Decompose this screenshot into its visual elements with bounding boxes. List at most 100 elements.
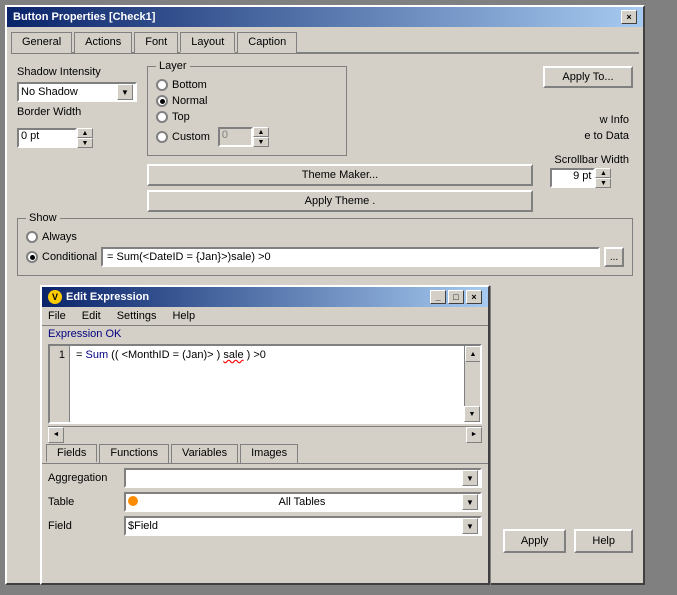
- scrollbar-spinner-btns: ▲ ▼: [595, 168, 611, 188]
- border-down[interactable]: ▼: [77, 138, 93, 148]
- left-area: Shadow Intensity No Shadow ▼ Border Widt…: [17, 66, 137, 212]
- layer-bottom[interactable]: Bottom: [156, 79, 338, 91]
- tab-actions[interactable]: Actions: [74, 32, 132, 53]
- scroll-down[interactable]: ▼: [464, 406, 480, 422]
- layer-group: Layer Bottom Normal: [147, 66, 347, 156]
- main-title: Button Properties [Check1]: [13, 11, 155, 23]
- expr-menubar: File Edit Settings Help: [42, 307, 488, 326]
- expr-tabs: Fields Functions Variables Images: [42, 444, 488, 464]
- apply-btn[interactable]: Apply: [503, 529, 567, 553]
- layer-normal-label: Normal: [172, 95, 207, 107]
- action-buttons: Apply Help: [503, 529, 633, 553]
- custom-input[interactable]: 0: [218, 127, 253, 147]
- table-label: Table: [48, 496, 118, 508]
- show-expression-btn[interactable]: ...: [604, 247, 624, 267]
- expr-tab-fields[interactable]: Fields: [46, 444, 97, 463]
- expr-tab-variables[interactable]: Variables: [171, 444, 238, 463]
- titlebar-controls: ×: [621, 10, 637, 24]
- aggregation-combo[interactable]: ▼: [124, 468, 482, 488]
- window-content: General Actions Font Layout Caption Shad…: [7, 27, 643, 292]
- custom-down[interactable]: ▼: [253, 137, 269, 147]
- tab-general[interactable]: General: [11, 32, 72, 53]
- tab-font[interactable]: Font: [134, 32, 178, 53]
- show-group: Show Always Conditional = Sum(<DateID = …: [17, 218, 633, 276]
- menu-edit[interactable]: Edit: [80, 309, 103, 323]
- line-numbers: 1: [50, 346, 70, 422]
- tab-caption[interactable]: Caption: [237, 32, 297, 53]
- field-arrow[interactable]: ▼: [462, 518, 478, 534]
- aggregation-label: Aggregation: [48, 472, 118, 484]
- middle-area: Layer Bottom Normal: [147, 66, 533, 212]
- titlebar-left: V Edit Expression: [48, 290, 149, 304]
- menu-help[interactable]: Help: [170, 309, 197, 323]
- border-spinner-btns: ▲ ▼: [77, 128, 93, 148]
- scrollbar-up[interactable]: ▲: [595, 168, 611, 178]
- expr-scrollbar-v[interactable]: ▲ ▼: [464, 346, 480, 422]
- expr-min-btn[interactable]: _: [430, 290, 446, 304]
- layer-custom[interactable]: Custom 0 ▲ ▼: [156, 127, 338, 147]
- border-input[interactable]: 0 pt: [17, 128, 77, 148]
- theme-btns: Theme Maker... Apply Theme .: [147, 164, 533, 212]
- close-btn[interactable]: ×: [621, 10, 637, 24]
- apply-to-btn[interactable]: Apply To...: [543, 66, 633, 88]
- scrollbar-spinner: 9 pt ▲ ▼: [550, 168, 633, 188]
- layer-bottom-radio[interactable]: [156, 79, 168, 91]
- help-btn[interactable]: Help: [574, 529, 633, 553]
- show-conditional[interactable]: Conditional = Sum(<DateID = {Jan}>)sale)…: [26, 247, 624, 267]
- aggregation-row: Aggregation ▼: [48, 468, 482, 488]
- show-always[interactable]: Always: [26, 231, 624, 243]
- info-text: w Info: [550, 112, 633, 128]
- expr-tab-images[interactable]: Images: [240, 444, 298, 463]
- shadow-arrow[interactable]: ▼: [117, 84, 133, 100]
- expr-editor[interactable]: 1 = Sum (( <MonthID = (Jan)> ) sale ) >0…: [48, 344, 482, 424]
- expr-sale: sale: [223, 349, 243, 361]
- aggregation-arrow[interactable]: ▼: [462, 470, 478, 486]
- edit-expr-title: Edit Expression: [66, 291, 149, 303]
- custom-up[interactable]: ▲: [253, 127, 269, 137]
- scroll-left[interactable]: ◄: [48, 427, 64, 443]
- tab-layout[interactable]: Layout: [180, 32, 235, 53]
- table-row: Table All Tables ▼: [48, 492, 482, 512]
- layer-normal-radio[interactable]: [156, 95, 168, 107]
- layer-top-radio[interactable]: [156, 111, 168, 123]
- expr-paren1: ((: [111, 349, 118, 361]
- shadow-combo[interactable]: No Shadow ▼: [17, 82, 137, 102]
- border-up[interactable]: ▲: [77, 128, 93, 138]
- expr-func: Sum: [85, 349, 108, 361]
- scroll-right[interactable]: ►: [466, 427, 482, 443]
- show-conditional-radio[interactable]: [26, 251, 38, 263]
- field-combo[interactable]: $Field ▼: [124, 516, 482, 536]
- layer-normal[interactable]: Normal: [156, 95, 338, 107]
- layer-custom-radio[interactable]: [156, 131, 168, 143]
- orange-dot: [128, 496, 142, 509]
- expr-code[interactable]: = Sum (( <MonthID = (Jan)> ) sale ) >0: [70, 346, 464, 422]
- main-titlebar: Button Properties [Check1] ×: [7, 7, 643, 27]
- layer-group-label: Layer: [156, 60, 190, 72]
- expr-tab-functions[interactable]: Functions: [99, 444, 169, 463]
- expr-max-btn[interactable]: □: [448, 290, 464, 304]
- menu-settings[interactable]: Settings: [115, 309, 159, 323]
- expr-status: Expression OK: [42, 326, 488, 342]
- table-combo[interactable]: All Tables ▼: [124, 492, 482, 512]
- layer-bottom-label: Bottom: [172, 79, 207, 91]
- menu-file[interactable]: File: [46, 309, 68, 323]
- right-area: Apply To... w Info e to Data Scrollbar W…: [543, 66, 633, 212]
- scroll-up[interactable]: ▲: [465, 346, 481, 362]
- shadow-label: Shadow Intensity: [17, 66, 137, 78]
- expr-close-btn[interactable]: ×: [466, 290, 482, 304]
- show-always-radio[interactable]: [26, 231, 38, 243]
- table-arrow[interactable]: ▼: [462, 494, 478, 510]
- layer-top[interactable]: Top: [156, 111, 338, 123]
- scrollbar-input[interactable]: 9 pt: [550, 168, 595, 188]
- expr-rest: ) >0: [247, 349, 266, 361]
- edit-expr-titlebar: V Edit Expression _ □ ×: [42, 287, 488, 307]
- custom-spinner-btns: ▲ ▼: [253, 127, 269, 147]
- layout-content: Shadow Intensity No Shadow ▼ Border Widt…: [11, 62, 639, 288]
- scrollbar-down[interactable]: ▼: [595, 178, 611, 188]
- theme-maker-btn[interactable]: Theme Maker...: [147, 164, 533, 186]
- apply-theme-btn[interactable]: Apply Theme .: [147, 190, 533, 212]
- expr-scrollbar-h[interactable]: ◄ ►: [48, 426, 482, 442]
- show-expression-field[interactable]: = Sum(<DateID = {Jan}>)sale) >0: [101, 247, 600, 267]
- to-data-text: e to Data: [550, 128, 633, 144]
- show-group-label: Show: [26, 212, 60, 224]
